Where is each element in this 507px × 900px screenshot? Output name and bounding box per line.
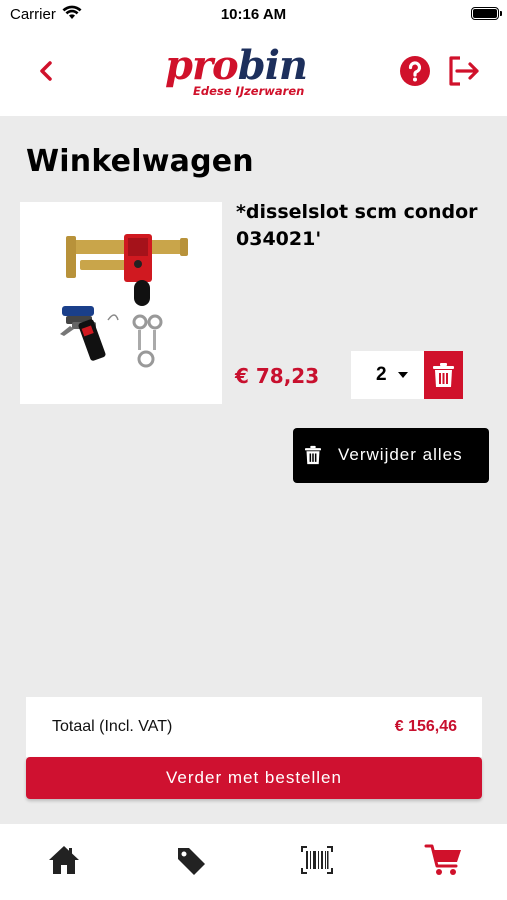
help-icon — [400, 56, 430, 86]
page-title: Winkelwagen — [26, 144, 254, 179]
tab-home[interactable] — [44, 840, 84, 880]
help-button[interactable] — [399, 55, 431, 87]
tab-bar — [0, 824, 507, 900]
remove-all-label: Verwijder alles — [338, 445, 463, 464]
battery-icon — [471, 7, 502, 20]
product-name: *disselslot scm condor 034021' — [236, 201, 478, 250]
tab-offers[interactable] — [170, 840, 210, 880]
checkout-button[interactable]: Verder met bestellen — [26, 757, 482, 799]
quantity-select[interactable]: 2 — [351, 351, 424, 399]
quantity-value: 2 — [376, 364, 387, 385]
logout-button[interactable] — [446, 54, 482, 88]
product-price: € 78,23 — [235, 364, 320, 388]
total-label: Totaal (Incl. VAT) — [52, 718, 173, 735]
total-value: € 156,46 — [394, 718, 457, 735]
remove-all-button[interactable]: Verwijder alles — [293, 428, 489, 483]
tag-icon — [178, 848, 205, 875]
tab-cart[interactable] — [424, 840, 464, 880]
tab-scan[interactable] — [297, 840, 337, 880]
logo-tagline: Edese IJzerwaren — [193, 84, 305, 98]
delete-item-button[interactable] — [424, 351, 463, 399]
app-header: probin Edese IJzerwaren — [0, 30, 507, 116]
probin-logo: probin Edese IJzerwaren — [165, 42, 308, 99]
chevron-down-icon — [398, 372, 408, 378]
barcode-scan-icon — [301, 846, 333, 874]
back-button[interactable] — [30, 54, 64, 88]
home-icon — [49, 846, 79, 874]
trash-icon — [305, 445, 321, 465]
cart-icon — [424, 844, 461, 875]
logout-icon — [449, 56, 479, 86]
back-icon — [40, 61, 52, 81]
status-bar: Carrier 10:16 AM — [0, 0, 507, 30]
status-time: 10:16 AM — [220, 6, 287, 23]
trash-icon — [433, 363, 454, 387]
total-summary: Totaal (Incl. VAT) € 156,46 — [26, 697, 482, 757]
product-image — [20, 202, 222, 404]
